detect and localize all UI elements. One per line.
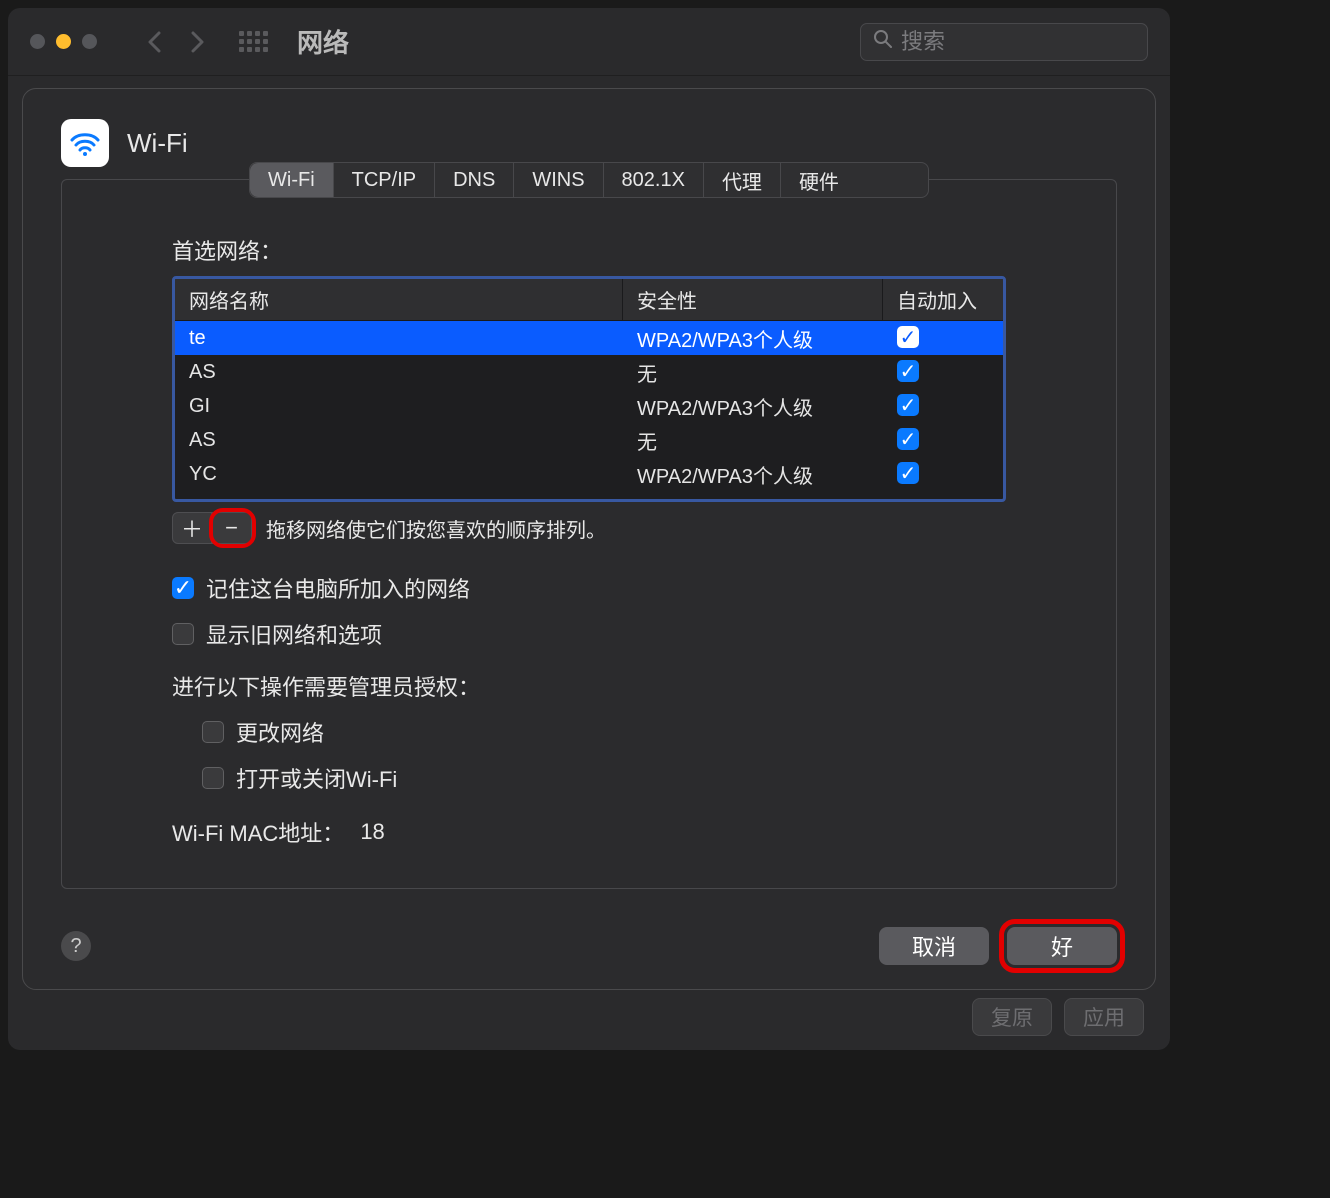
options: ✓ 记住这台电脑所加入的网络 ✓ 显示旧网络和选项 进行以下操作需要管理员授权：… — [172, 572, 1006, 794]
admin-toggle-wifi-label: 打开或关闭Wi-Fi — [236, 762, 397, 794]
tab-hardware[interactable]: 硬件 — [781, 163, 857, 197]
wifi-icon — [61, 119, 109, 167]
tab-segmented-control: Wi-Fi TCP/IP DNS WINS 802.1X 代理 硬件 — [249, 162, 929, 198]
cell-name: AS — [175, 361, 623, 384]
window-title: 网络 — [297, 23, 850, 60]
table-row[interactable]: YC WPA2/WPA3个人级 ✓ — [175, 457, 1003, 491]
cell-security: WPA2/WPA3个人级 — [623, 324, 883, 353]
checkbox-icon[interactable]: ✓ — [172, 577, 194, 599]
checkbox-icon[interactable]: ✓ — [897, 394, 919, 416]
search-input[interactable] — [901, 29, 1135, 55]
cell-name: YC — [175, 463, 623, 486]
revert-button[interactable]: 复原 — [972, 998, 1052, 1036]
minimize-window-icon[interactable] — [56, 34, 71, 49]
checkbox-icon[interactable]: ✓ — [897, 428, 919, 450]
mac-address-label: Wi-Fi MAC地址： — [172, 816, 344, 848]
table-header: 网络名称 安全性 自动加入 — [175, 279, 1003, 321]
sheet-header: Wi-Fi — [61, 119, 1117, 167]
checkbox-icon[interactable]: ✓ — [897, 326, 919, 348]
close-window-icon[interactable] — [30, 34, 45, 49]
search-field[interactable] — [860, 23, 1148, 61]
cell-name: AS — [175, 429, 623, 452]
col-auto-join[interactable]: 自动加入 — [883, 279, 1003, 320]
cell-security: 无 — [623, 426, 883, 455]
apply-button[interactable]: 应用 — [1064, 998, 1144, 1036]
cell-autojoin: ✓ — [883, 394, 1003, 418]
table-row[interactable]: te WPA2/WPA3个人级 ✓ — [175, 321, 1003, 355]
checkbox-icon[interactable]: ✓ — [202, 721, 224, 743]
behind-buttons: 复原 应用 — [972, 998, 1144, 1036]
admin-change-networks-label: 更改网络 — [236, 716, 324, 748]
sheet-footer: ? 取消 好 — [61, 927, 1117, 965]
checkbox-icon[interactable]: ✓ — [202, 767, 224, 789]
prefs-window: 网络 复原 应用 Wi-Fi — [8, 8, 1170, 1050]
show-all-icon[interactable] — [233, 22, 273, 62]
tab-wins[interactable]: WINS — [514, 163, 603, 197]
admin-auth-label: 进行以下操作需要管理员授权： — [172, 670, 1006, 702]
help-button[interactable]: ? — [61, 931, 91, 961]
checkbox-icon[interactable]: ✓ — [172, 623, 194, 645]
ok-button[interactable]: 好 — [1007, 927, 1117, 965]
zoom-window-icon[interactable] — [82, 34, 97, 49]
back-button[interactable] — [137, 22, 171, 62]
remember-networks-label: 记住这台电脑所加入的网络 — [206, 572, 470, 604]
admin-toggle-wifi-row: ✓ 打开或关闭Wi-Fi — [202, 762, 1006, 794]
cell-name: GI — [175, 395, 623, 418]
cell-autojoin: ✓ — [883, 462, 1003, 486]
checkbox-icon[interactable]: ✓ — [897, 360, 919, 382]
show-legacy-label: 显示旧网络和选项 — [206, 618, 382, 650]
cell-autojoin: ✓ — [883, 326, 1003, 350]
add-remove-toolbar: ＋ − 拖移网络使它们按您喜欢的顺序排列。 — [172, 512, 1006, 544]
show-legacy-row: ✓ 显示旧网络和选项 — [172, 618, 1006, 650]
remove-network-button[interactable]: − — [212, 512, 252, 544]
cancel-button[interactable]: 取消 — [879, 927, 989, 965]
traffic-lights — [30, 34, 97, 49]
drag-hint: 拖移网络使它们按您喜欢的顺序排列。 — [266, 514, 606, 543]
search-icon — [873, 29, 893, 54]
table-row[interactable]: GI WPA2/WPA3个人级 ✓ — [175, 389, 1003, 423]
mac-address-value: 18 — [360, 819, 384, 845]
tab-tcpip[interactable]: TCP/IP — [334, 163, 435, 197]
cell-autojoin: ✓ — [883, 360, 1003, 384]
table-body[interactable]: te WPA2/WPA3个人级 ✓ AS 无 ✓ GI WPA2/WPA3个人级… — [175, 321, 1003, 499]
cell-autojoin: ✓ — [883, 428, 1003, 452]
admin-change-networks-row: ✓ 更改网络 — [202, 716, 1006, 748]
mac-address-row: Wi-Fi MAC地址： 18 — [172, 816, 1006, 848]
cell-security: WPA2/WPA3个人级 — [623, 460, 883, 489]
add-network-button[interactable]: ＋ — [172, 512, 212, 544]
table-row[interactable]: AS 无 ✓ — [175, 423, 1003, 457]
preferred-networks-table: 网络名称 安全性 自动加入 te WPA2/WPA3个人级 ✓ AS 无 ✓ — [172, 276, 1006, 502]
cell-security: 无 — [623, 358, 883, 387]
cell-security: WPA2/WPA3个人级 — [623, 392, 883, 421]
tab-proxy[interactable]: 代理 — [704, 163, 781, 197]
fieldset: Wi-Fi TCP/IP DNS WINS 802.1X 代理 硬件 首选网络：… — [61, 179, 1117, 889]
tab-dns[interactable]: DNS — [435, 163, 514, 197]
tab-wifi[interactable]: Wi-Fi — [250, 163, 334, 197]
checkbox-icon[interactable]: ✓ — [897, 462, 919, 484]
titlebar: 网络 — [8, 8, 1170, 76]
forward-button[interactable] — [181, 22, 215, 62]
col-security[interactable]: 安全性 — [623, 279, 883, 320]
preferred-networks-label: 首选网络： — [172, 234, 1006, 266]
table-row[interactable]: AS 无 ✓ — [175, 355, 1003, 389]
highlight-ring-icon — [209, 508, 256, 548]
tab-8021x[interactable]: 802.1X — [604, 163, 704, 197]
remember-networks-row: ✓ 记住这台电脑所加入的网络 — [172, 572, 1006, 604]
cell-name: te — [175, 327, 623, 350]
col-network-name[interactable]: 网络名称 — [175, 279, 623, 320]
sheet-title: Wi-Fi — [127, 128, 188, 159]
wifi-advanced-sheet: Wi-Fi Wi-Fi TCP/IP DNS WINS 802.1X 代理 硬件… — [22, 88, 1156, 990]
